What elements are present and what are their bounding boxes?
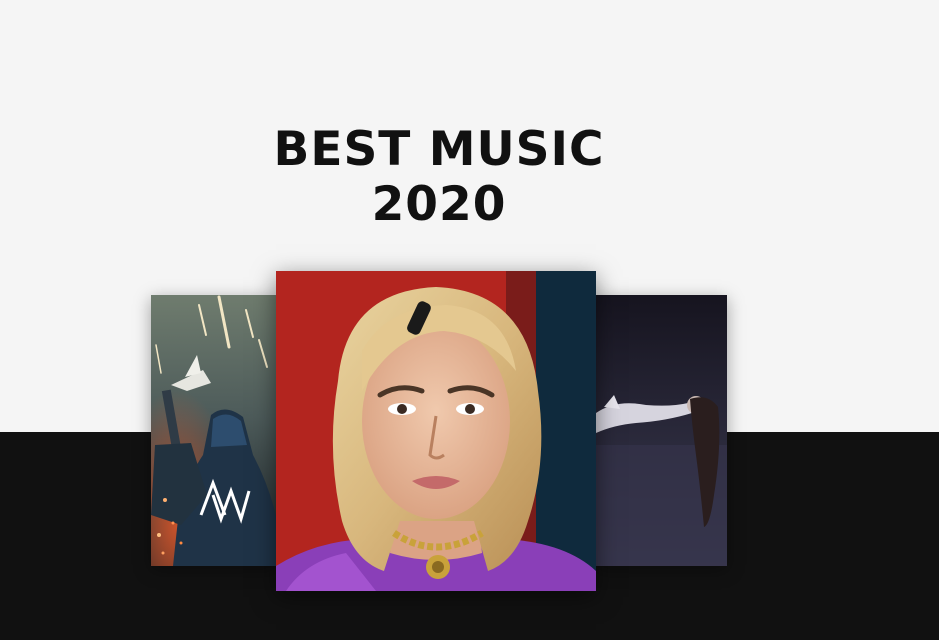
album-cover-right[interactable] — [596, 295, 727, 566]
blonde-woman-portrait-artwork — [276, 271, 596, 591]
levitating-woman-artwork — [596, 295, 727, 566]
album-cover-center[interactable] — [276, 271, 596, 591]
title-line-1: BEST MUSIC — [273, 122, 605, 177]
page-title: BEST MUSIC 2020 — [0, 122, 878, 232]
hooded-figure-artwork — [151, 295, 277, 566]
title-line-2: 2020 — [371, 177, 507, 232]
album-cover-left[interactable] — [151, 295, 277, 566]
